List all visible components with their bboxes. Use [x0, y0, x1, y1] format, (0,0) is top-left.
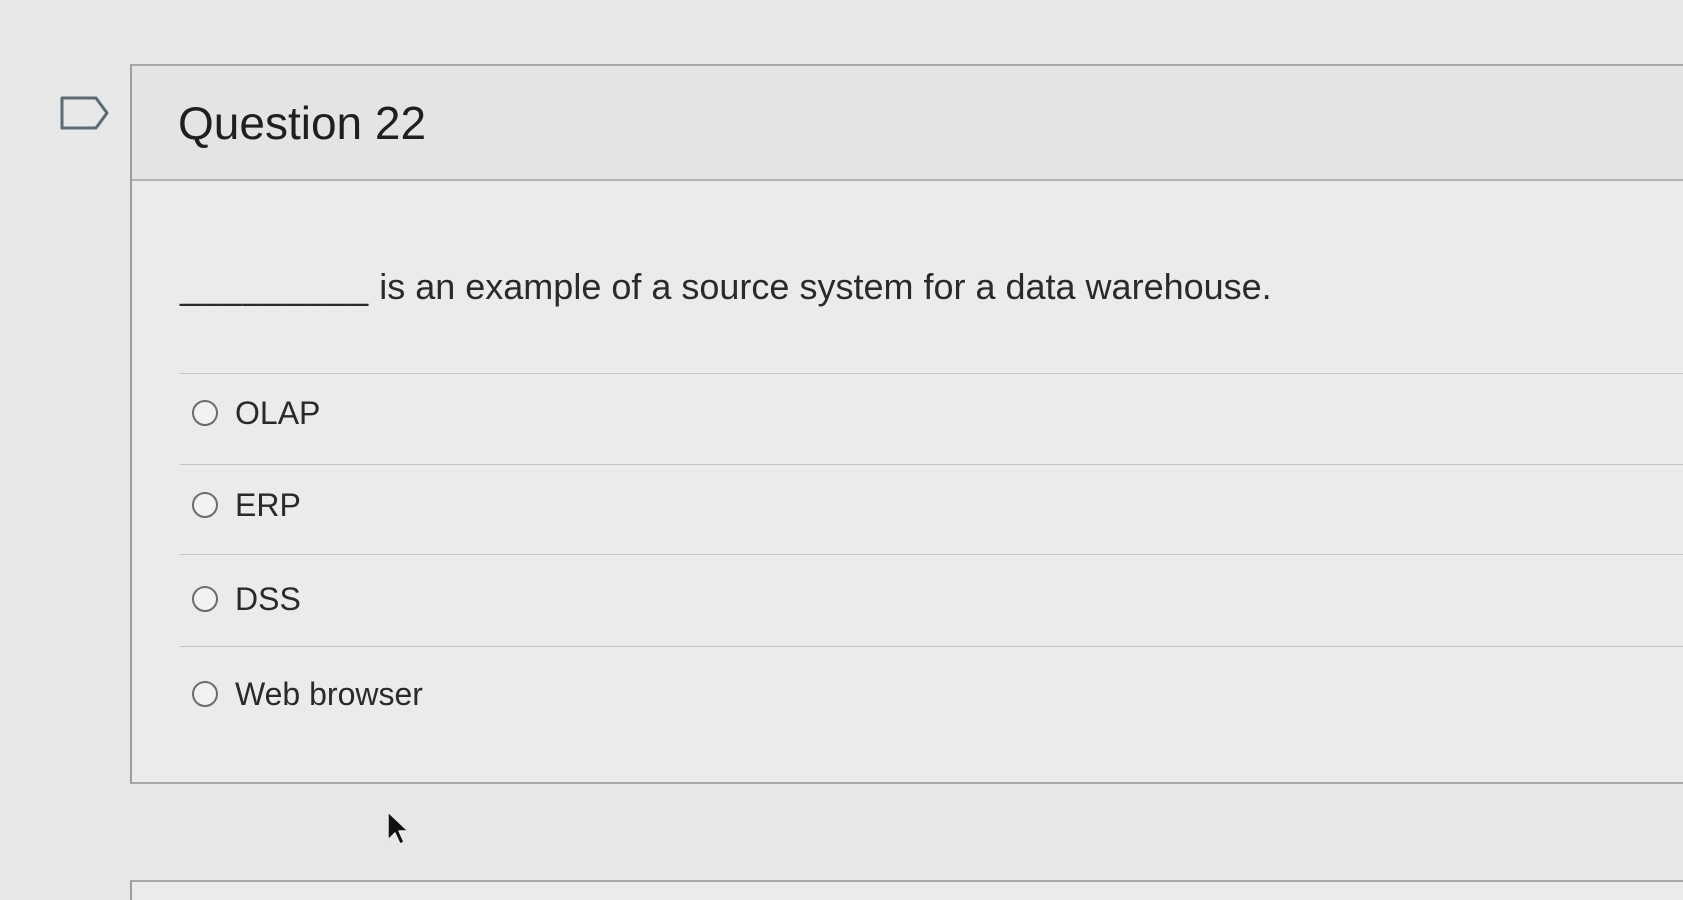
radio-button[interactable] [192, 681, 218, 707]
divider [180, 373, 1683, 374]
question-title: Question 22 [178, 97, 427, 149]
divider [180, 464, 1683, 465]
option-web-browser[interactable]: Web browser [192, 672, 423, 716]
divider [180, 646, 1683, 647]
radio-button[interactable] [192, 400, 218, 426]
option-erp[interactable]: ERP [192, 483, 301, 527]
option-label: OLAP [235, 394, 321, 431]
mouse-pointer-icon [386, 810, 412, 848]
radio-button[interactable] [192, 586, 218, 612]
next-question-card [130, 880, 1683, 900]
answer-blank: _________ [180, 266, 370, 307]
option-olap[interactable]: OLAP [192, 391, 320, 435]
radio-button[interactable] [192, 492, 218, 518]
question-card: Question 22 _________ is an example of a… [130, 64, 1683, 784]
question-header: Question 22 [132, 66, 1683, 181]
option-dss[interactable]: DSS [192, 577, 301, 621]
flag-question-icon[interactable] [60, 96, 110, 130]
divider [180, 554, 1683, 555]
option-label: DSS [235, 580, 301, 617]
option-label: ERP [235, 486, 301, 523]
option-label: Web browser [235, 675, 423, 712]
question-text: _________ is an example of a source syst… [180, 266, 1272, 308]
question-prompt: is an example of a source system for a d… [379, 266, 1272, 307]
